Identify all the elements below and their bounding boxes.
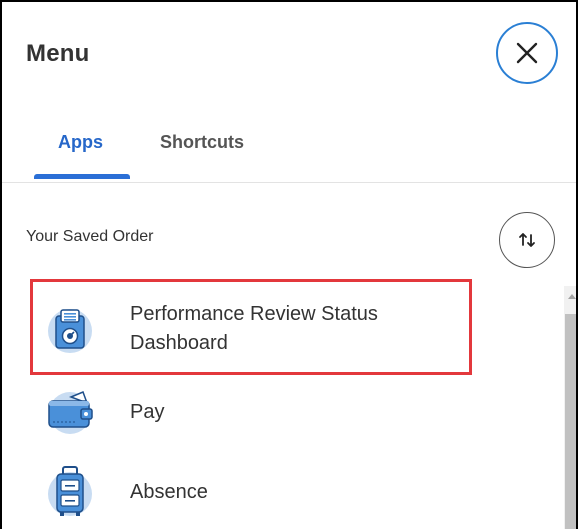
- list-item-absence[interactable]: Absence: [42, 464, 208, 520]
- close-icon: [516, 42, 538, 64]
- app-label: Performance Review Status Dashboard: [130, 303, 378, 354]
- list-item-pay[interactable]: Pay: [42, 384, 164, 440]
- app-label: Pay: [130, 400, 165, 423]
- tab-shortcuts[interactable]: Shortcuts: [160, 132, 244, 153]
- scroll-up-arrow-icon[interactable]: [568, 294, 576, 299]
- sort-order-button[interactable]: [499, 212, 555, 268]
- active-tab-indicator: [34, 174, 130, 179]
- menu-title: Menu: [26, 40, 90, 67]
- sort-arrows-icon: [519, 233, 535, 247]
- app-list: Performance Review Status Dashboard Pay: [2, 278, 562, 529]
- list-item-performance-review[interactable]: Performance Review Status Dashboard: [42, 300, 430, 358]
- tab-apps[interactable]: Apps: [58, 132, 103, 153]
- app-label: Absence: [130, 480, 208, 503]
- suitcase-icon: [42, 464, 98, 520]
- saved-order-label: Your Saved Order: [26, 228, 154, 245]
- dashboard-clipboard-icon: [42, 301, 98, 357]
- menu-panel: Menu Apps Shortcuts Your Saved Order Per…: [0, 0, 578, 529]
- wallet-icon: [42, 384, 98, 440]
- list-scrollbar[interactable]: [564, 286, 576, 529]
- scroll-thumb[interactable]: [565, 314, 576, 529]
- close-button[interactable]: [496, 22, 558, 84]
- tab-bar: Apps Shortcuts: [2, 100, 576, 183]
